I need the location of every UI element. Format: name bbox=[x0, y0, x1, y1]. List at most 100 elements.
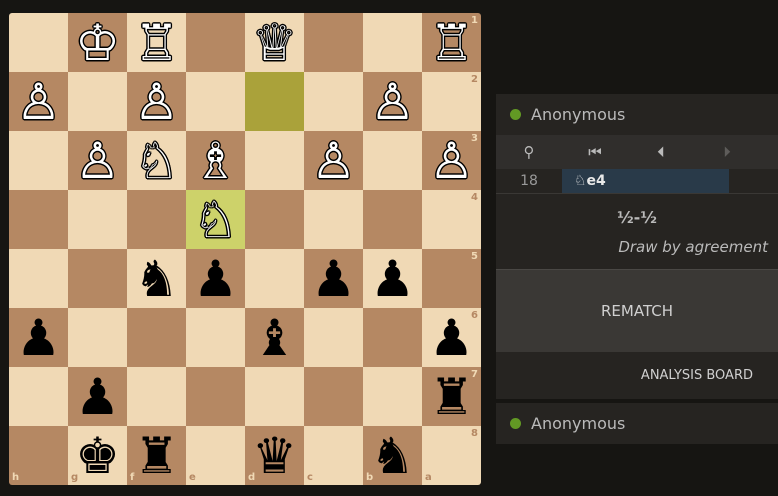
board-square[interactable]: ♟ 6 bbox=[422, 308, 481, 367]
board-square[interactable]: ♟ bbox=[186, 249, 245, 308]
board-square[interactable]: 2 bbox=[422, 72, 481, 131]
board-square[interactable]: ♙ bbox=[363, 72, 422, 131]
board-square[interactable] bbox=[68, 249, 127, 308]
white-knight-icon[interactable]: ♘ bbox=[127, 131, 186, 190]
board-square[interactable] bbox=[363, 131, 422, 190]
white-bishop-icon[interactable]: ♗ bbox=[186, 131, 245, 190]
board-square[interactable] bbox=[245, 249, 304, 308]
black-bishop-icon[interactable]: ♝ bbox=[245, 308, 304, 367]
white-pawn-icon[interactable]: ♙ bbox=[363, 72, 422, 131]
rematch-button[interactable]: REMATCH bbox=[496, 269, 778, 352]
board-square[interactable] bbox=[245, 367, 304, 426]
board-square[interactable]: ♟ bbox=[68, 367, 127, 426]
board-square[interactable]: ♟ bbox=[363, 249, 422, 308]
file-label: f bbox=[130, 472, 135, 483]
board-square[interactable]: 4 bbox=[422, 190, 481, 249]
board-square[interactable]: ♙ bbox=[68, 131, 127, 190]
board-square[interactable]: ♘ bbox=[186, 190, 245, 249]
board-square[interactable]: ♚ g bbox=[68, 426, 127, 485]
board-square[interactable]: e bbox=[186, 426, 245, 485]
board-square[interactable]: ♛ d bbox=[245, 426, 304, 485]
board-square[interactable] bbox=[363, 308, 422, 367]
black-pawn-icon[interactable]: ♟ bbox=[304, 249, 363, 308]
board-square[interactable] bbox=[304, 308, 363, 367]
board-square[interactable]: ♘ bbox=[127, 131, 186, 190]
board-square[interactable]: ♜ 7 bbox=[422, 367, 481, 426]
board-square[interactable] bbox=[186, 308, 245, 367]
board-square[interactable] bbox=[186, 367, 245, 426]
board-square[interactable]: ♞ bbox=[127, 249, 186, 308]
white-rook-icon[interactable]: ♖ bbox=[127, 13, 186, 72]
chess-board[interactable]: ♔ ♖ ♕ ♖ 1 ♙ ♙ ♙ 2 ♙ ♘ ♗ ♙ ♙ 3 ♘ 4 ♞ ♟ ♟ ♟ 5 ♟ ♝ ♟ 6 ♟ ♜ 7 h ♚ g ♜ f e ♛ d c ♞ b… bbox=[9, 13, 481, 485]
move-number: 18 bbox=[520, 173, 538, 189]
black-pawn-icon[interactable]: ♟ bbox=[363, 249, 422, 308]
board-square[interactable]: ♟ bbox=[304, 249, 363, 308]
board-square[interactable]: 8a bbox=[422, 426, 481, 485]
black-rook-icon[interactable]: ♜ bbox=[127, 426, 186, 485]
board-square[interactable] bbox=[363, 13, 422, 72]
board-square[interactable] bbox=[245, 72, 304, 131]
top-player-name[interactable]: Anonymous bbox=[531, 105, 625, 124]
result-score: ½-½ bbox=[617, 208, 657, 227]
board-square[interactable] bbox=[304, 13, 363, 72]
board-square[interactable] bbox=[9, 190, 68, 249]
white-queen-icon[interactable]: ♕ bbox=[245, 13, 304, 72]
board-square[interactable]: ♜ f bbox=[127, 426, 186, 485]
next-move-icon[interactable]: ⏵ bbox=[694, 135, 760, 169]
move-navigation-toolbar: ⚲ ⏮ ⏴ ⏵ bbox=[496, 135, 778, 169]
board-square[interactable]: c bbox=[304, 426, 363, 485]
top-player[interactable]: Anonymous bbox=[496, 94, 778, 135]
board-square[interactable] bbox=[304, 190, 363, 249]
board-square[interactable] bbox=[9, 367, 68, 426]
file-label: h bbox=[12, 472, 20, 483]
board-square[interactable] bbox=[68, 72, 127, 131]
white-king-icon[interactable]: ♔ bbox=[68, 13, 127, 72]
white-pawn-icon[interactable]: ♙ bbox=[9, 72, 68, 131]
board-square[interactable]: ♙ bbox=[9, 72, 68, 131]
analysis-microscope-icon[interactable]: ⚲ bbox=[496, 135, 562, 169]
board-square[interactable] bbox=[127, 190, 186, 249]
board-square[interactable]: ♖ 1 bbox=[422, 13, 481, 72]
white-pawn-icon[interactable]: ♙ bbox=[304, 131, 363, 190]
board-square[interactable]: ♝ bbox=[245, 308, 304, 367]
board-square[interactable]: ♞ b bbox=[363, 426, 422, 485]
white-pawn-icon[interactable]: ♙ bbox=[127, 72, 186, 131]
board-square[interactable]: h bbox=[9, 426, 68, 485]
previous-move-icon[interactable]: ⏴ bbox=[628, 135, 694, 169]
board-square[interactable] bbox=[127, 308, 186, 367]
white-knight-icon[interactable]: ♘ bbox=[186, 190, 245, 249]
board-square[interactable] bbox=[68, 308, 127, 367]
analysis-board-button[interactable]: ANALYSIS BOARD bbox=[496, 352, 778, 399]
board-square[interactable] bbox=[9, 13, 68, 72]
current-move[interactable]: ♘e4 bbox=[562, 169, 729, 193]
board-square[interactable]: ♙ 3 bbox=[422, 131, 481, 190]
board-square[interactable] bbox=[127, 367, 186, 426]
black-knight-icon[interactable]: ♞ bbox=[127, 249, 186, 308]
board-square[interactable] bbox=[363, 190, 422, 249]
bottom-player-name[interactable]: Anonymous bbox=[531, 414, 625, 433]
board-square[interactable] bbox=[68, 190, 127, 249]
board-square[interactable]: ♗ bbox=[186, 131, 245, 190]
black-pawn-icon[interactable]: ♟ bbox=[68, 367, 127, 426]
white-pawn-icon[interactable]: ♙ bbox=[68, 131, 127, 190]
board-square[interactable]: ♙ bbox=[127, 72, 186, 131]
board-square[interactable] bbox=[304, 367, 363, 426]
board-square[interactable]: ♔ bbox=[68, 13, 127, 72]
board-square[interactable]: 5 bbox=[422, 249, 481, 308]
bottom-player[interactable]: Anonymous bbox=[496, 403, 778, 444]
black-pawn-icon[interactable]: ♟ bbox=[9, 308, 68, 367]
board-square[interactable] bbox=[186, 72, 245, 131]
board-square[interactable] bbox=[9, 249, 68, 308]
board-square[interactable]: ♕ bbox=[245, 13, 304, 72]
board-square[interactable] bbox=[245, 190, 304, 249]
board-square[interactable]: ♙ bbox=[304, 131, 363, 190]
first-move-icon[interactable]: ⏮ bbox=[562, 135, 628, 169]
board-square[interactable] bbox=[245, 131, 304, 190]
black-pawn-icon[interactable]: ♟ bbox=[186, 249, 245, 308]
board-square[interactable]: ♟ bbox=[9, 308, 68, 367]
board-square[interactable] bbox=[186, 13, 245, 72]
board-square[interactable] bbox=[9, 131, 68, 190]
board-square[interactable] bbox=[304, 72, 363, 131]
board-square[interactable]: ♖ bbox=[127, 13, 186, 72]
board-square[interactable] bbox=[363, 367, 422, 426]
